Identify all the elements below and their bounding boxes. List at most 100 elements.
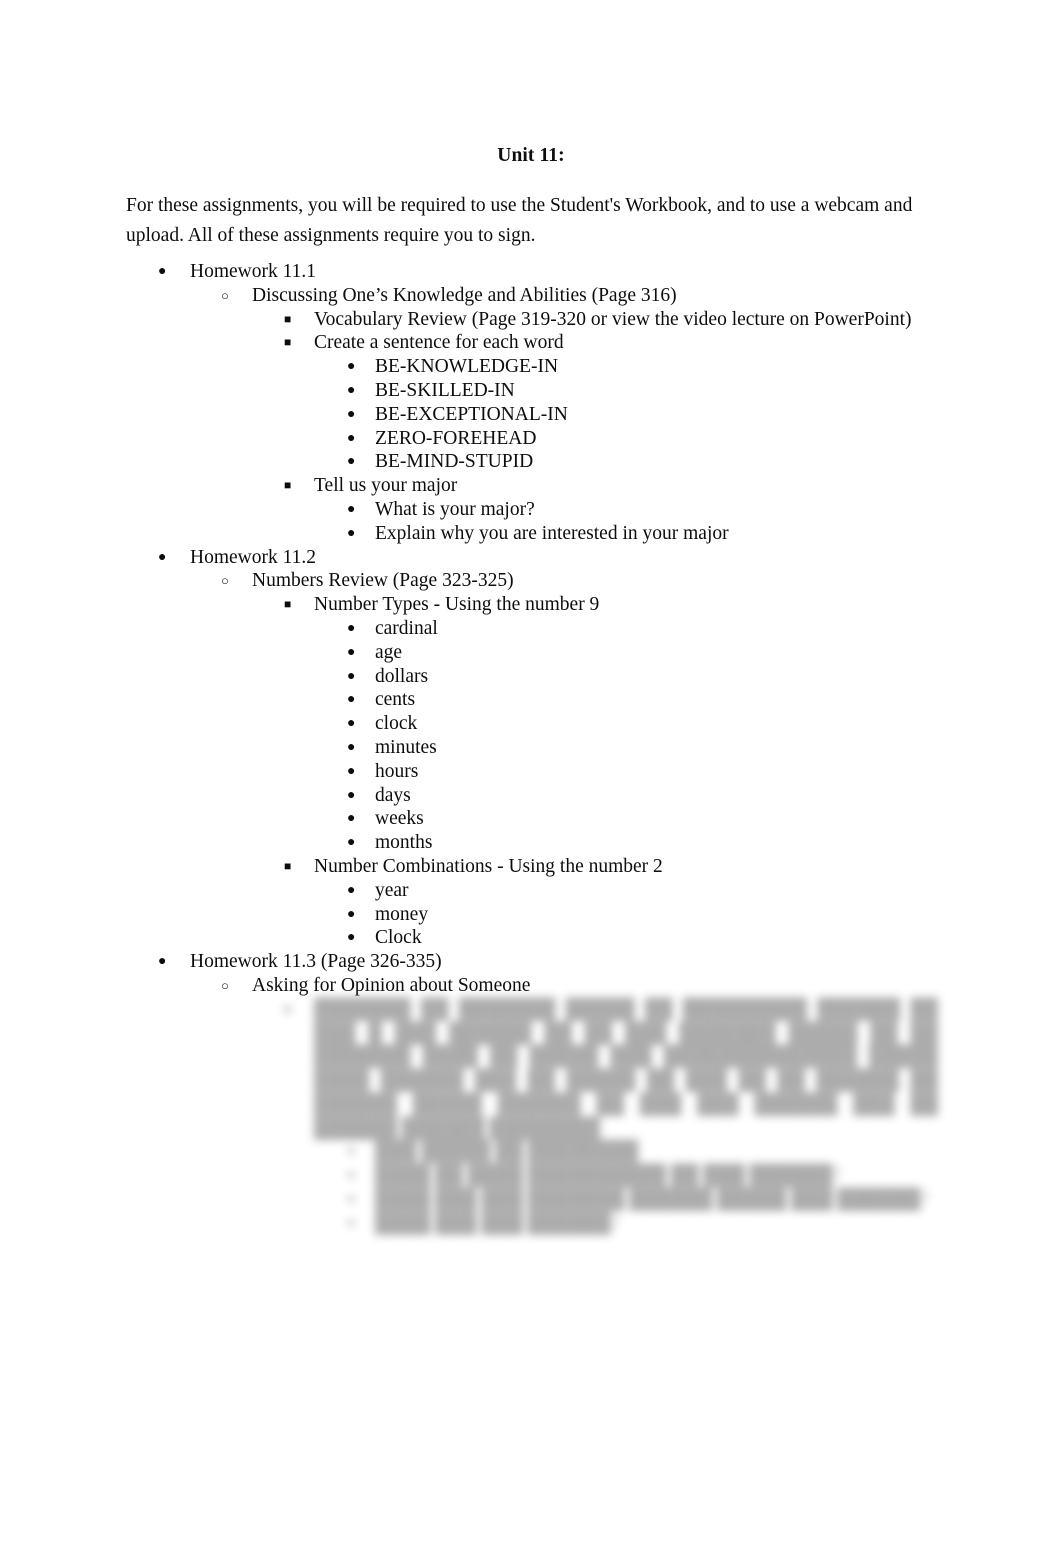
list-item-label: ZERO-FOREHEAD [375,427,537,449]
list-item-word: ● BE-KNOWLEDGE-IN [0,355,1062,379]
disc-bullet-icon: ● [347,1144,356,1160]
list-item-label: What is your major? [375,498,535,520]
disc-bullet-icon: ● [347,1192,356,1208]
list-item-label: Homework 11.2 [190,546,317,568]
list-item-label: BE-KNOWLEDGE-IN [375,356,559,378]
disc-bullet-icon: ● [347,620,356,636]
list-item-label: Asking for Opinion about Someone [252,974,531,996]
list-item-create-sentence: ■ Create a sentence for each word [0,331,1062,355]
square-bullet-icon: ■ [284,478,292,493]
list-item-number-types: ■ Number Types - Using the number 9 [0,593,1062,617]
disc-bullet-icon: ● [347,692,356,708]
list-item-label: BE-MIND-STUPID [375,451,534,473]
list-item-label: Discussing One’s Knowledge and Abilities… [252,284,677,306]
list-item-number-combination: ● year [0,879,1062,903]
disc-bullet-icon: ● [347,525,356,541]
list-item-vocabulary-review: ■ Vocabulary Review (Page 319-320 or vie… [0,308,1062,332]
list-item-number-type: ● clock [0,712,1062,736]
list-item-label: cardinal [375,617,438,639]
redacted-list-item-text: ████ ███ ███ ██████? [375,1212,620,1234]
list-item-major-question: ● Explain why you are interested in your… [0,522,1062,546]
disc-bullet-icon: ● [347,906,356,922]
square-bullet-icon: ■ [284,335,292,350]
list-item-homework-11-2: ● Homework 11.2 [0,546,1062,570]
intro-paragraph: For these assignments, you will be requi… [126,195,913,246]
list-item-number-type: ● dollars [0,665,1062,689]
list-item-number-type: ● cardinal [0,617,1062,641]
list-item-label: Homework 11.3 (Page 326-335) [190,951,442,973]
redacted-list-item: ● ████ ███ ███ ███████ ██████ █████ ███ … [0,1188,1062,1212]
list-item-label: cents [375,689,416,711]
disc-bullet-icon: ● [347,882,356,898]
list-item-label: BE-SKILLED-IN [375,379,515,401]
list-item-label: Create a sentence for each word [314,332,564,354]
redacted-list-item-text: ████ ███ ███ ███████ ██████ █████ ███ ██… [375,1189,929,1211]
redacted-list-item: ● ███ █████ ██ ████████ [0,1140,1062,1164]
disc-bullet-icon: ● [347,1168,356,1184]
disc-bullet-icon: ● [347,739,356,755]
list-item-number-combination: ● money [0,903,1062,927]
disc-bullet-icon: ● [347,454,356,470]
list-item-label: dollars [375,665,429,687]
redacted-list-item: ● ████ ███ ███ ██████? [0,1212,1062,1236]
list-item-asking-for-opinion: ○ Asking for Opinion about Someone [0,974,1062,998]
circle-bullet-icon: ○ [221,287,229,303]
list-item-tell-us-your-major: ■ Tell us your major [0,474,1062,498]
disc-bullet-icon: ● [347,716,356,732]
list-item-label: age [375,641,403,663]
disc-bullet-icon: ● [158,954,167,970]
list-item-discussing-knowledge: ○ Discussing One’s Knowledge and Abiliti… [0,284,1062,308]
disc-bullet-icon: ● [347,406,356,422]
list-item-number-type: ● hours [0,760,1062,784]
disc-bullet-icon: ● [347,763,356,779]
disc-bullet-icon: ● [347,930,356,946]
list-item-label: minutes [375,736,437,758]
list-item-label: BE-EXCEPTIONAL-IN [375,403,568,425]
list-item-number-combination: ● Clock [0,926,1062,950]
list-item-label: money [375,903,429,925]
disc-bullet-icon: ● [347,501,356,517]
list-item-major-question: ● What is your major? [0,498,1062,522]
list-item-number-combinations: ■ Number Combinations - Using the number… [0,855,1062,879]
list-item-word: ● BE-SKILLED-IN [0,379,1062,403]
list-item-label: months [375,832,433,854]
circle-bullet-icon: ○ [221,977,229,993]
square-bullet-icon: ■ [284,311,292,326]
disc-bullet-icon: ● [347,668,356,684]
document-page: Unit 11: For these assignments, you will… [0,0,1062,1556]
list-item-homework-11-3: ● Homework 11.3 (Page 326-335) [0,950,1062,974]
list-item-label: weeks [375,808,424,830]
redacted-text-block: ■ ███████ ██ ███████ █████ ██ █████████ … [0,998,1062,1236]
square-bullet-icon: ■ [284,597,292,612]
redacted-list-item: ● ████ ██ ████ ██████████ ██ ███ ██████? [0,1164,1062,1188]
page-title: Unit 11: [497,145,565,166]
redacted-list-item-text: ███ █████ ██ ████████ [375,1141,639,1163]
list-item-word: ● BE-EXCEPTIONAL-IN [0,403,1062,427]
list-item-number-type: ● cents [0,688,1062,712]
list-item-label: Number Types - Using the number 9 [314,594,600,616]
list-item-label: clock [375,713,418,735]
list-item-number-type: ● months [0,831,1062,855]
list-item-label: hours [375,760,419,782]
redacted-paragraph-text: ███████ ██ ███████ █████ ██ █████████ ██… [314,998,938,1139]
square-bullet-icon: ■ [284,858,292,873]
list-item-label: days [375,784,411,806]
square-bullet-icon: ■ [284,1001,292,1016]
list-item-label: Tell us your major [314,475,458,497]
list-item-label: Numbers Review (Page 323-325) [252,570,514,592]
disc-bullet-icon: ● [347,644,356,660]
list-item-label: Number Combinations - Using the number 2 [314,855,663,877]
disc-bullet-icon: ● [347,787,356,803]
disc-bullet-icon: ● [158,264,167,279]
circle-bullet-icon: ○ [221,573,229,589]
list-item-label: Clock [375,927,422,949]
list-item-label: Vocabulary Review (Page 319-320 or view … [314,308,912,330]
redacted-paragraph: ■ ███████ ██ ███████ █████ ██ █████████ … [0,998,1062,1141]
disc-bullet-icon: ● [347,382,356,398]
disc-bullet-icon: ● [158,549,167,565]
list-item-number-type: ● weeks [0,807,1062,831]
list-item-number-type: ● age [0,641,1062,665]
disc-bullet-icon: ● [347,1215,356,1231]
disc-bullet-icon: ● [347,811,356,827]
disc-bullet-icon: ● [347,359,356,375]
